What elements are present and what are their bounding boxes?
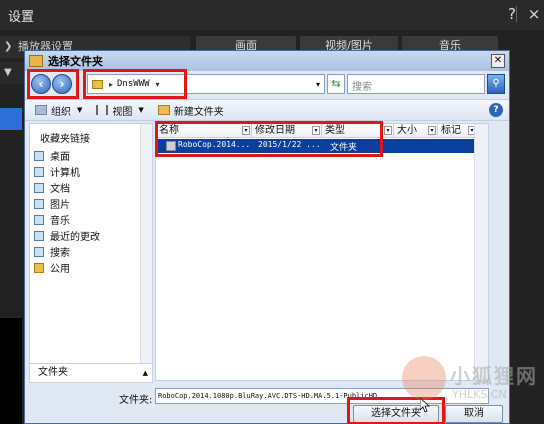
chevron-right-icon: ❯	[4, 41, 13, 52]
highlight-box-address	[83, 69, 187, 99]
column-label: 标记	[441, 125, 461, 136]
sidebar-item-label: 公用	[50, 264, 70, 275]
computer-icon	[34, 166, 44, 177]
column-header-size[interactable]: 大小 ▾	[394, 124, 438, 138]
search-icon[interactable]: ⚲	[487, 74, 505, 94]
sidebar-item-documents[interactable]: 文档	[34, 180, 70, 195]
help-icon[interactable]: ?	[489, 103, 503, 117]
sidebar-item-public[interactable]: 公用	[34, 260, 70, 275]
music-icon	[34, 214, 44, 225]
fox-logo-icon	[402, 356, 446, 400]
documents-icon	[34, 182, 44, 193]
address-dropdown-icon[interactable]: ▾	[316, 80, 320, 89]
view-label: 视图	[112, 106, 133, 118]
help-icon[interactable]: ?	[502, 4, 522, 24]
dialog-title: 选择文件夹	[48, 55, 103, 68]
chevron-down-icon[interactable]: ▾	[428, 126, 436, 135]
folders-label: 文件夹	[38, 367, 68, 378]
nav-scrollbar[interactable]	[140, 124, 152, 380]
search-icon	[34, 246, 44, 257]
preview-area	[0, 318, 22, 424]
sidebar-item-computer[interactable]: 计算机	[34, 164, 80, 179]
new-folder-button[interactable]: 新建文件夹	[157, 103, 224, 118]
sidebar-item-desktop[interactable]: 桌面	[34, 148, 70, 163]
sidebar-item-label: 图片	[50, 200, 70, 211]
toolbar: 组织 ▼ 视图 ▼ 新建文件夹 ?	[25, 99, 509, 121]
favorite-links-pane: 收藏夹链接 桌面 计算机 文档 图片 音乐 最近的更改 搜索 公用	[29, 123, 153, 381]
chevron-up-icon: ▲	[142, 369, 148, 377]
app-title: 设置	[8, 9, 35, 25]
titlebar-divider	[516, 6, 517, 22]
folders-toggle[interactable]: 文件夹 ▲	[29, 363, 153, 383]
search-placeholder: 搜索	[352, 82, 372, 93]
sidebar-item-label: 音乐	[50, 216, 70, 227]
view-icon	[96, 105, 109, 115]
folder-name-label: 文件夹:	[119, 395, 153, 406]
chevron-down-icon: ▼	[4, 67, 12, 78]
refresh-button[interactable]: ⇆	[327, 74, 345, 94]
desktop-icon	[34, 150, 44, 161]
close-icon[interactable]: ×	[524, 4, 544, 24]
highlight-box-nav	[27, 69, 79, 99]
sidebar-item-search[interactable]: 搜索	[34, 244, 70, 259]
favorite-links-header: 收藏夹链接	[40, 134, 90, 145]
mouse-cursor-icon	[420, 398, 430, 412]
sidebar-item-music[interactable]: 音乐	[34, 212, 70, 227]
sidebar-item-label: 文档	[50, 184, 70, 195]
sidebar-item-pictures[interactable]: 图片	[34, 196, 70, 211]
sidebar-item-label: 搜索	[50, 248, 70, 259]
search-input[interactable]: 搜索	[347, 74, 485, 94]
organize-label: 组织	[51, 106, 71, 118]
new-folder-icon	[157, 105, 170, 115]
dialog-close-button[interactable]: ✕	[491, 54, 505, 68]
selected-sidebar-marker	[0, 108, 22, 130]
watermark-text: 小狐狸网	[450, 364, 538, 388]
dialog-titlebar: 选择文件夹	[25, 51, 509, 71]
sidebar-item-recent[interactable]: 最近的更改	[34, 228, 100, 243]
chevron-down-icon[interactable]: ▾	[384, 126, 392, 135]
organize-menu[interactable]: 组织 ▼	[35, 103, 82, 118]
public-folder-icon	[34, 262, 44, 273]
app-titlebar: 设置	[0, 0, 544, 30]
column-label: 大小	[397, 125, 417, 136]
highlight-box-file	[155, 121, 383, 157]
chevron-down-icon: ▼	[138, 106, 144, 114]
sidebar-item-label: 最近的更改	[50, 232, 100, 243]
chevron-down-icon: ▼	[77, 106, 83, 114]
pictures-icon	[34, 198, 44, 209]
file-list: 名称 ▾ 修改日期 ▾ 类型 ▾ 大小 ▾ 标记 ▾ RoboCop.2014... 20…	[155, 123, 489, 381]
recent-changes-icon	[34, 230, 44, 241]
view-menu[interactable]: 视图 ▼	[96, 103, 144, 118]
site-watermark: 小狐狸网 YHLKS.CN	[398, 352, 544, 424]
sidebar-item-label: 桌面	[50, 152, 70, 163]
folder-icon	[29, 55, 43, 67]
watermark-url: YHLKS.CN	[452, 388, 507, 401]
file-list-scrollbar[interactable]	[474, 124, 488, 380]
new-folder-label: 新建文件夹	[173, 106, 224, 118]
column-header-tags[interactable]: 标记 ▾	[438, 124, 478, 138]
organize-icon	[35, 105, 47, 115]
sidebar-item-label: 计算机	[50, 168, 80, 179]
